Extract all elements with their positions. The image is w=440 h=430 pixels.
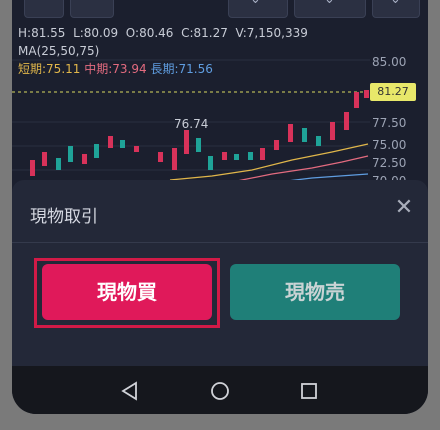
y-tick: 72.50 xyxy=(372,156,407,170)
candles xyxy=(30,90,369,176)
candle xyxy=(172,148,177,170)
candle xyxy=(184,130,189,154)
sheet-title: 現物取引 xyxy=(30,207,98,227)
candle xyxy=(134,146,139,152)
system-nav-bar xyxy=(12,366,428,414)
recent-apps-icon[interactable] xyxy=(300,382,318,400)
divider xyxy=(12,242,428,243)
close-icon[interactable]: ✕ xyxy=(392,196,416,220)
candle xyxy=(208,156,213,170)
phone-frame: ⌄ ⌄ ⌄ H:81.55 L:80.09 O:80.46 C:81.27 V:… xyxy=(0,0,440,430)
y-tick: 75.00 xyxy=(372,138,407,152)
low-value: L:80.09 xyxy=(73,26,119,40)
candle xyxy=(120,140,125,148)
home-icon[interactable] xyxy=(210,381,230,401)
chart-annotation: 76.74 xyxy=(174,117,208,131)
trade-bottom-sheet: 現物取引 ✕ 現物買 現物売 xyxy=(12,180,428,370)
candle xyxy=(316,136,321,146)
app-screen: ⌄ ⌄ ⌄ H:81.55 L:80.09 O:80.46 C:81.27 V:… xyxy=(12,0,428,414)
candle xyxy=(248,152,253,160)
spot-buy-button[interactable]: 現物買 xyxy=(42,264,212,320)
back-icon[interactable] xyxy=(120,381,140,401)
current-price-tag: 81.27 xyxy=(370,83,416,101)
candle xyxy=(288,124,293,142)
candle xyxy=(330,122,335,140)
spot-sell-button[interactable]: 現物売 xyxy=(230,264,400,320)
candle xyxy=(158,152,163,162)
candle xyxy=(196,138,201,152)
chevron-down-icon: ⌄ xyxy=(250,0,261,7)
high-value: H:81.55 xyxy=(18,26,66,40)
candle xyxy=(94,144,99,158)
candle xyxy=(260,148,265,160)
candle xyxy=(234,154,239,160)
candle xyxy=(364,90,369,98)
candlestick-chart[interactable]: 76.74 xyxy=(12,48,428,188)
candle xyxy=(56,158,61,170)
toolbar-button-left-2[interactable] xyxy=(70,0,114,18)
open-value: O:80.46 xyxy=(125,26,174,40)
y-tick: 85.00 xyxy=(372,55,407,69)
candle xyxy=(108,136,113,148)
candle xyxy=(82,154,87,164)
chevron-down-icon: ⌄ xyxy=(390,0,401,7)
candle xyxy=(30,160,35,176)
ohlcv-readout: H:81.55 L:80.09 O:80.46 C:81.27 V:7,150,… xyxy=(18,26,308,40)
y-tick: 77.50 xyxy=(372,116,407,130)
candle xyxy=(222,152,227,160)
chevron-down-icon: ⌄ xyxy=(324,0,335,7)
candle xyxy=(274,140,279,150)
candle xyxy=(68,146,73,162)
close-value: C:81.27 xyxy=(181,26,228,40)
candle xyxy=(42,152,47,166)
candle xyxy=(354,92,359,108)
volume-value: V:7,150,339 xyxy=(235,26,308,40)
candle xyxy=(344,112,349,130)
candle xyxy=(302,128,307,142)
toolbar-button-left[interactable] xyxy=(24,0,64,18)
